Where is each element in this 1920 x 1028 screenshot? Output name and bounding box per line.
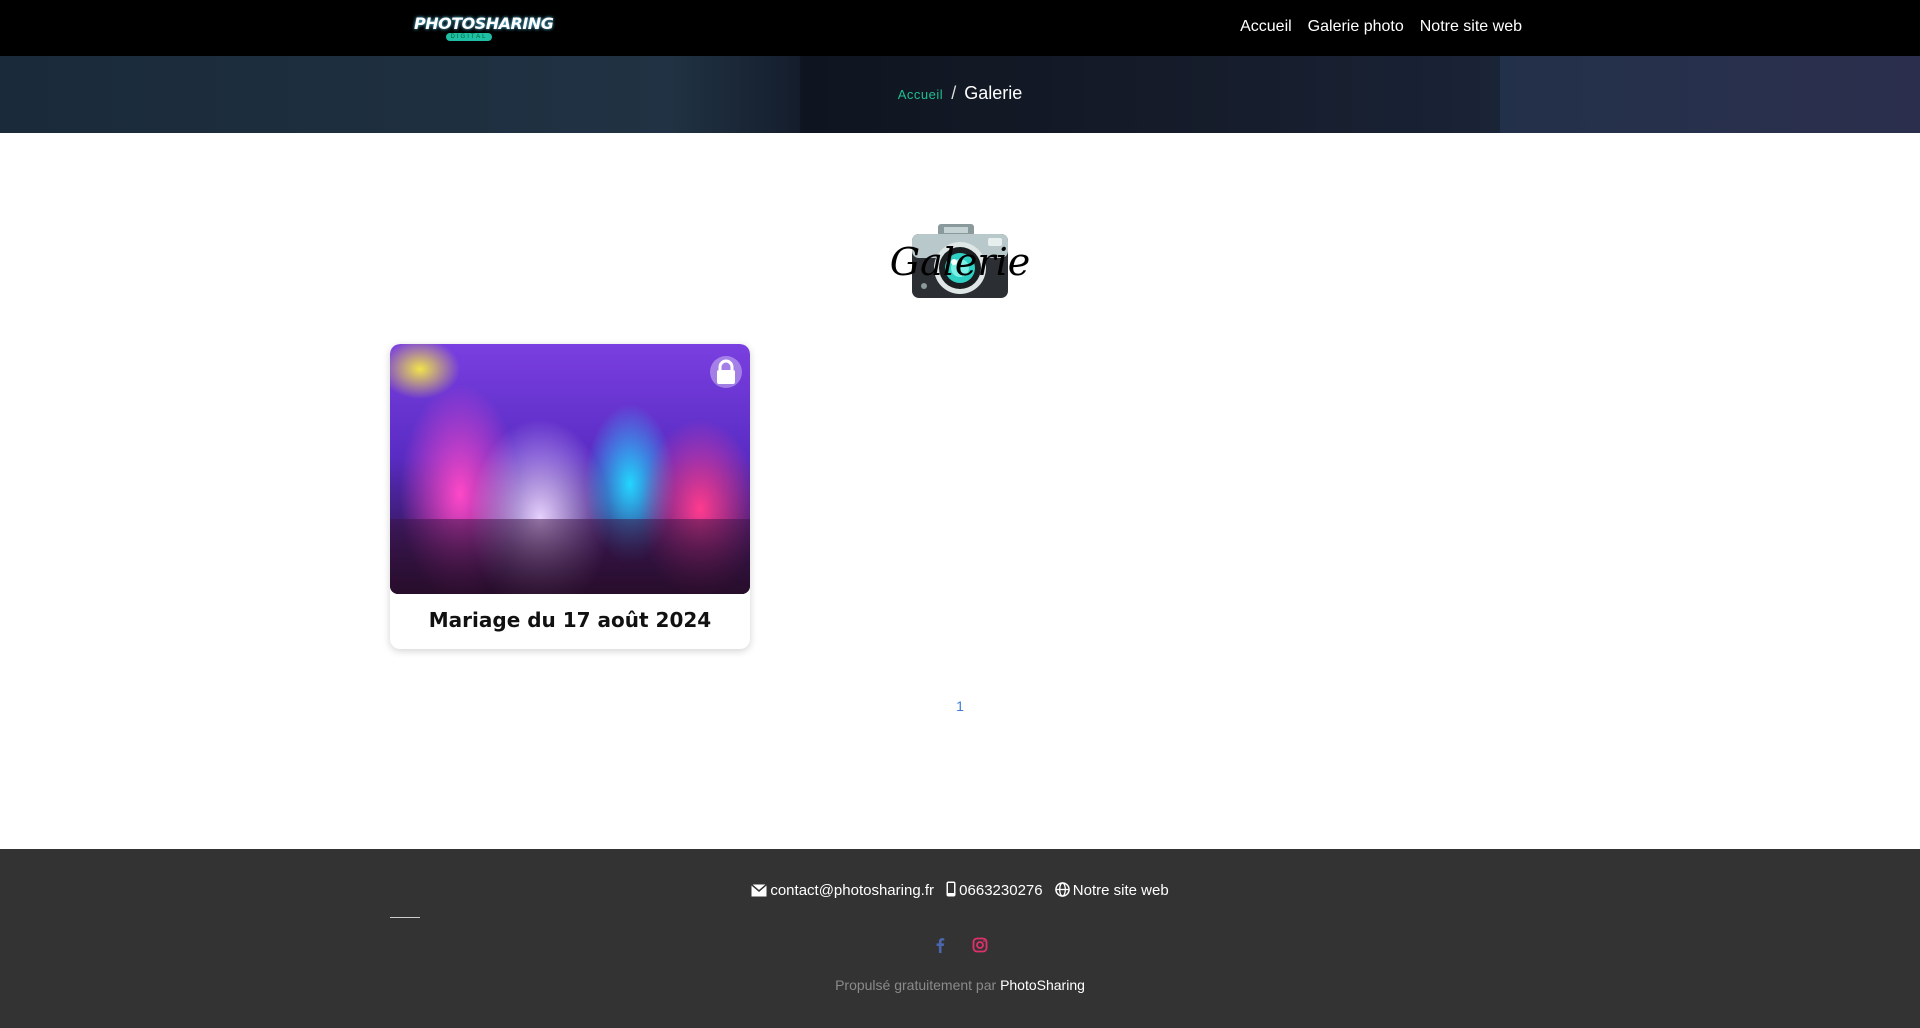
breadcrumb: Accueil / Galerie [0,83,1920,104]
lock-icon [710,356,742,388]
nav-link-site-web[interactable]: Notre site web [1420,18,1522,36]
photosharing-logo[interactable]: PHOTOSHARING DIGITAL [414,12,554,44]
globe-icon [1054,882,1070,897]
footer-contacts: contact@photosharing.fr 0663230276 Notre… [0,881,1920,899]
footer-phone-link[interactable]: 0663230276 [946,881,1043,899]
footer-credit: Propulsé gratuitement par PhotoSharing [0,977,1920,993]
logo-text: PHOTOSHARING [414,14,554,33]
pagination-page-1[interactable]: 1 [950,698,970,714]
instagram-icon[interactable] [972,937,988,953]
mobile-phone-icon [946,881,956,897]
nav-links: Accueil Galerie photo Notre site web [1240,18,1522,36]
footer-website: Notre site web [1072,882,1169,899]
footer-divider [390,917,420,918]
logo-subtext: DIGITAL [446,33,492,41]
cover-floor-shade [390,519,750,594]
footer-email: contact@photosharing.fr [770,882,934,899]
album-cover-image[interactable] [390,344,750,594]
nav-link-accueil[interactable]: Accueil [1240,18,1292,36]
footer-website-link[interactable]: Notre site web [1054,882,1169,899]
breadcrumb-separator: / [951,83,957,103]
envelope-icon [751,883,768,897]
breadcrumb-home-link[interactable]: Accueil [898,87,943,102]
breadcrumb-current: Galerie [964,83,1023,103]
gallery-header: Galerie [880,218,1040,304]
credit-brand-link[interactable]: PhotoSharing [1000,977,1085,993]
social-links [0,937,1920,958]
nav-link-galerie-photo[interactable]: Galerie photo [1308,18,1404,36]
gallery-title: Galerie [889,240,1031,284]
page-banner: Accueil / Galerie [0,56,1920,133]
album-title[interactable]: Mariage du 17 août 2024 [390,608,750,632]
facebook-icon[interactable] [932,937,948,953]
footer-phone: 0663230276 [959,882,1043,899]
album-card[interactable]: Mariage du 17 août 2024 [390,344,750,649]
credit-text: Propulsé gratuitement par [835,977,997,993]
footer-email-link[interactable]: contact@photosharing.fr [751,882,934,899]
top-navbar: PHOTOSHARING DIGITAL Accueil Galerie pho… [0,0,1920,56]
footer: contact@photosharing.fr 0663230276 Notre… [0,849,1920,1028]
